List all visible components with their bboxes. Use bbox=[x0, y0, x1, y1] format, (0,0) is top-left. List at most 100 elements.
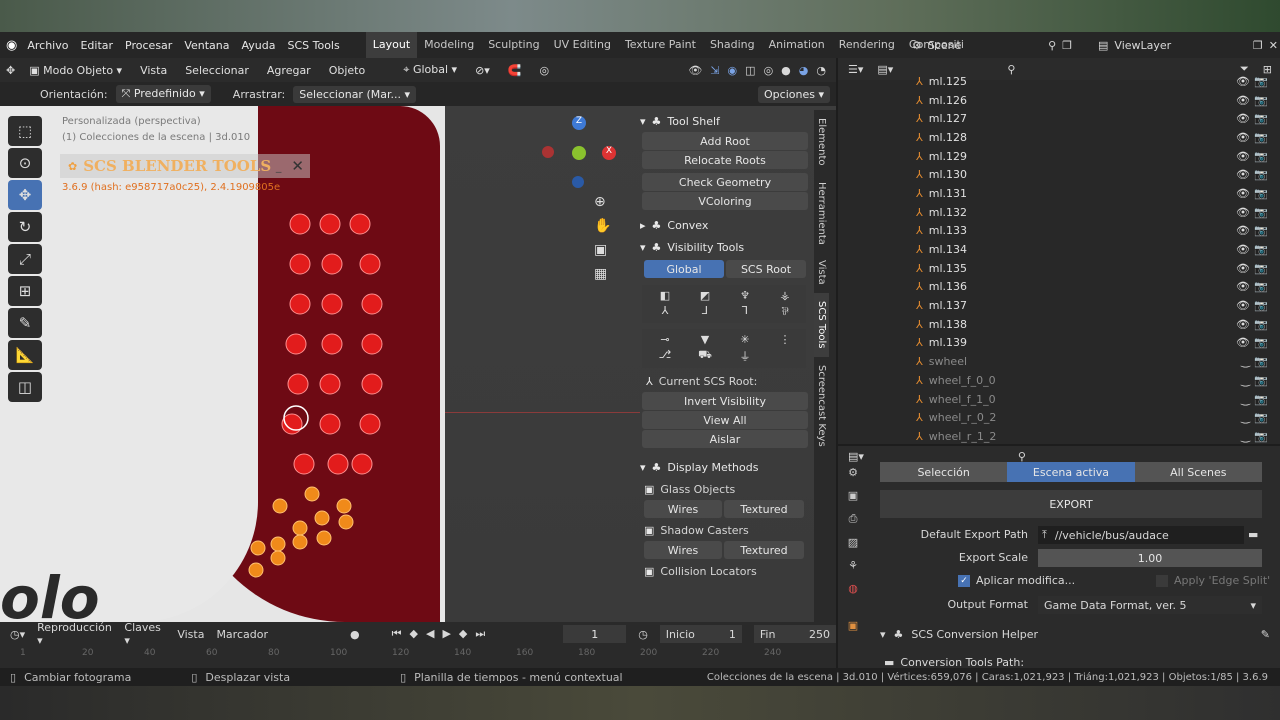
locator-toggle-icon[interactable]: ⋮ bbox=[766, 333, 804, 346]
render-camera-icon[interactable]: 📷 bbox=[1254, 336, 1268, 349]
eye-icon[interactable]: 👁 bbox=[1236, 280, 1250, 293]
render-camera-icon[interactable]: 📷 bbox=[1254, 168, 1268, 181]
outliner-row[interactable]: ⅄ ml.131 👁 📷 bbox=[838, 184, 1280, 203]
outliner-row[interactable]: ⅄ swheel ‿ 📷 bbox=[838, 352, 1280, 371]
menu-marcador[interactable]: Marcador bbox=[216, 628, 268, 641]
next-key-icon[interactable]: ◆ bbox=[459, 627, 467, 641]
current-frame-field[interactable]: 1 bbox=[563, 625, 627, 643]
locator-toggle-icon[interactable]: ⛟ bbox=[686, 348, 724, 364]
rendered-shading-icon[interactable]: ◔ bbox=[816, 64, 826, 77]
tab-layout[interactable]: Layout bbox=[365, 32, 418, 58]
scale-tool-icon[interactable]: ⤢ bbox=[8, 244, 42, 274]
pin-icon[interactable]: ⚲ bbox=[1048, 39, 1056, 52]
add-cube-tool-icon[interactable]: ◫ bbox=[8, 372, 42, 402]
visibility-icon[interactable]: 👁 bbox=[688, 64, 702, 77]
tab-sculpting[interactable]: Sculpting bbox=[481, 32, 546, 58]
outliner-row[interactable]: ⅄ ml.136 👁 📷 bbox=[838, 278, 1280, 297]
menu-seleccionar[interactable]: Seleccionar bbox=[181, 62, 253, 79]
default-export-path-field[interactable]: ⤒//vehicle/bus/audace bbox=[1038, 526, 1244, 544]
play-reverse-icon[interactable]: ◀ bbox=[426, 627, 434, 641]
all-scenes-tab[interactable]: All Scenes bbox=[1134, 462, 1262, 482]
render-camera-icon[interactable]: 📷 bbox=[1254, 280, 1268, 293]
prev-key-icon[interactable]: ◆ bbox=[410, 627, 418, 641]
neg-x-handle[interactable] bbox=[542, 146, 554, 158]
aislar-button[interactable]: Aislar bbox=[642, 430, 808, 448]
tab-herramienta[interactable]: Herramienta bbox=[814, 174, 829, 253]
object-tab-icon[interactable]: ▣ bbox=[848, 619, 858, 632]
outliner-row[interactable]: ⅄ ml.127 👁 📷 bbox=[838, 109, 1280, 128]
locator-toggle-icon[interactable]: ⎇ bbox=[646, 348, 684, 364]
locator-toggle-icon[interactable]: ⏚ bbox=[726, 348, 764, 364]
eye-icon[interactable]: 👁 bbox=[1236, 299, 1250, 312]
eye-icon[interactable]: 👁 bbox=[1236, 75, 1250, 88]
world-tab-icon[interactable]: ◍ bbox=[848, 582, 858, 595]
scs-root-toggle[interactable]: SCS Root bbox=[726, 260, 806, 278]
tab-modeling[interactable]: Modeling bbox=[417, 32, 481, 58]
pivot-icon[interactable]: ⊘▾ bbox=[471, 62, 494, 79]
eye-icon[interactable]: ‿ bbox=[1241, 430, 1250, 443]
render-camera-icon[interactable]: 📷 bbox=[1254, 355, 1268, 368]
export-scale-field[interactable]: 1.00 bbox=[1038, 549, 1262, 567]
transform-tool-icon[interactable]: ⊞ bbox=[8, 276, 42, 306]
tab-rendering[interactable]: Rendering bbox=[832, 32, 902, 58]
properties-editor-icon[interactable]: ▤▾ bbox=[848, 450, 864, 463]
glass-wires-button[interactable]: Wires bbox=[644, 500, 722, 518]
render-camera-icon[interactable]: 📷 bbox=[1254, 224, 1268, 237]
display-methods-header[interactable]: ▾ ♣ Display Methods bbox=[640, 456, 808, 478]
y-axis-handle[interactable] bbox=[572, 146, 586, 160]
proportional-edit-icon[interactable]: ◎ bbox=[536, 62, 554, 79]
eye-icon[interactable]: ‿ bbox=[1241, 393, 1250, 406]
escena-activa-tab[interactable]: Escena activa bbox=[1007, 462, 1135, 482]
outliner-row[interactable]: ⅄ ml.129 👁 📷 bbox=[838, 147, 1280, 166]
outliner-row[interactable]: ⅄ ml.126 👁 📷 bbox=[838, 91, 1280, 110]
render-camera-icon[interactable]: 📷 bbox=[1254, 187, 1268, 200]
global-toggle[interactable]: Global bbox=[644, 260, 724, 278]
visibility-toggle-icon[interactable]: ◧ bbox=[646, 289, 684, 302]
tool-shelf-header[interactable]: ▾ ♣ Tool Shelf bbox=[640, 110, 808, 132]
minimize-icon[interactable]: _ bbox=[276, 160, 282, 173]
timeline-editor-icon[interactable]: ◷▾ bbox=[10, 628, 25, 641]
menu-vista-timeline[interactable]: Vista bbox=[177, 628, 204, 641]
xray-icon[interactable]: ◫ bbox=[745, 64, 755, 77]
x-axis-handle[interactable]: X bbox=[602, 146, 616, 160]
camera-icon[interactable]: ▣ bbox=[594, 242, 611, 258]
jump-start-icon[interactable]: ⏮ bbox=[392, 627, 402, 641]
menu-editar[interactable]: Editar bbox=[74, 39, 119, 52]
tab-shading[interactable]: Shading bbox=[703, 32, 762, 58]
locator-toggle-icon[interactable]: ▼ bbox=[686, 333, 724, 346]
shadow-wires-button[interactable]: Wires bbox=[644, 541, 722, 559]
visibility-toggle-icon[interactable]: ⅄ bbox=[646, 304, 684, 319]
eye-icon[interactable]: 👁 bbox=[1236, 131, 1250, 144]
outliner-row[interactable]: ⅄ ml.139 👁 📷 bbox=[838, 334, 1280, 353]
transform-orientation-dropdown[interactable]: ⌖ Global ▾ bbox=[399, 61, 461, 79]
options-dropdown[interactable]: Opciones ▾ bbox=[758, 85, 830, 103]
output-tab-icon[interactable]: ⎙ bbox=[849, 512, 858, 526]
menu-ayuda[interactable]: Ayuda bbox=[236, 39, 282, 52]
tab-animation[interactable]: Animation bbox=[762, 32, 832, 58]
select-box-tool-icon[interactable]: ⬚ bbox=[8, 116, 42, 146]
eye-icon[interactable]: 👁 bbox=[1236, 224, 1250, 237]
pan-hand-icon[interactable]: ✋ bbox=[594, 218, 611, 234]
tab-scs-tools[interactable]: SCS Tools bbox=[814, 293, 829, 357]
visibility-toggle-icon[interactable]: ⚶ bbox=[766, 289, 804, 302]
menu-scs-tools[interactable]: SCS Tools bbox=[281, 39, 345, 52]
rotate-tool-icon[interactable]: ↻ bbox=[8, 212, 42, 242]
tab-screencast-keys[interactable]: Screencast Keys bbox=[814, 357, 829, 455]
move-tool-icon[interactable]: ✥ bbox=[8, 180, 42, 210]
cursor-tool-icon[interactable]: ⊙ bbox=[8, 148, 42, 178]
eye-icon[interactable]: 👁 bbox=[1236, 168, 1250, 181]
conversion-helper-header[interactable]: ▾ ♣ SCS Conversion Helper ✎ bbox=[880, 628, 1270, 641]
visibility-tools-header[interactable]: ▾ ♣ Visibility Tools bbox=[640, 236, 808, 258]
render-camera-icon[interactable]: 📷 bbox=[1254, 299, 1268, 312]
wireframe-shading-icon[interactable]: ◎ bbox=[764, 64, 774, 77]
remove-layer-icon[interactable]: ✕ bbox=[1269, 39, 1278, 52]
outliner-row[interactable]: ⅄ ml.132 👁 📷 bbox=[838, 203, 1280, 222]
view-layer-tab-icon[interactable]: ▨ bbox=[848, 536, 858, 549]
search-icon[interactable]: ⚲ bbox=[1018, 450, 1026, 463]
view-all-button[interactable]: View All bbox=[642, 411, 808, 429]
eye-icon[interactable]: 👁 bbox=[1236, 336, 1250, 349]
render-camera-icon[interactable]: 📷 bbox=[1254, 262, 1268, 275]
outliner-row[interactable]: ⅄ ml.130 👁 📷 bbox=[838, 165, 1280, 184]
play-icon[interactable]: ▶ bbox=[442, 627, 450, 641]
invert-visibility-button[interactable]: Invert Visibility bbox=[642, 392, 808, 410]
